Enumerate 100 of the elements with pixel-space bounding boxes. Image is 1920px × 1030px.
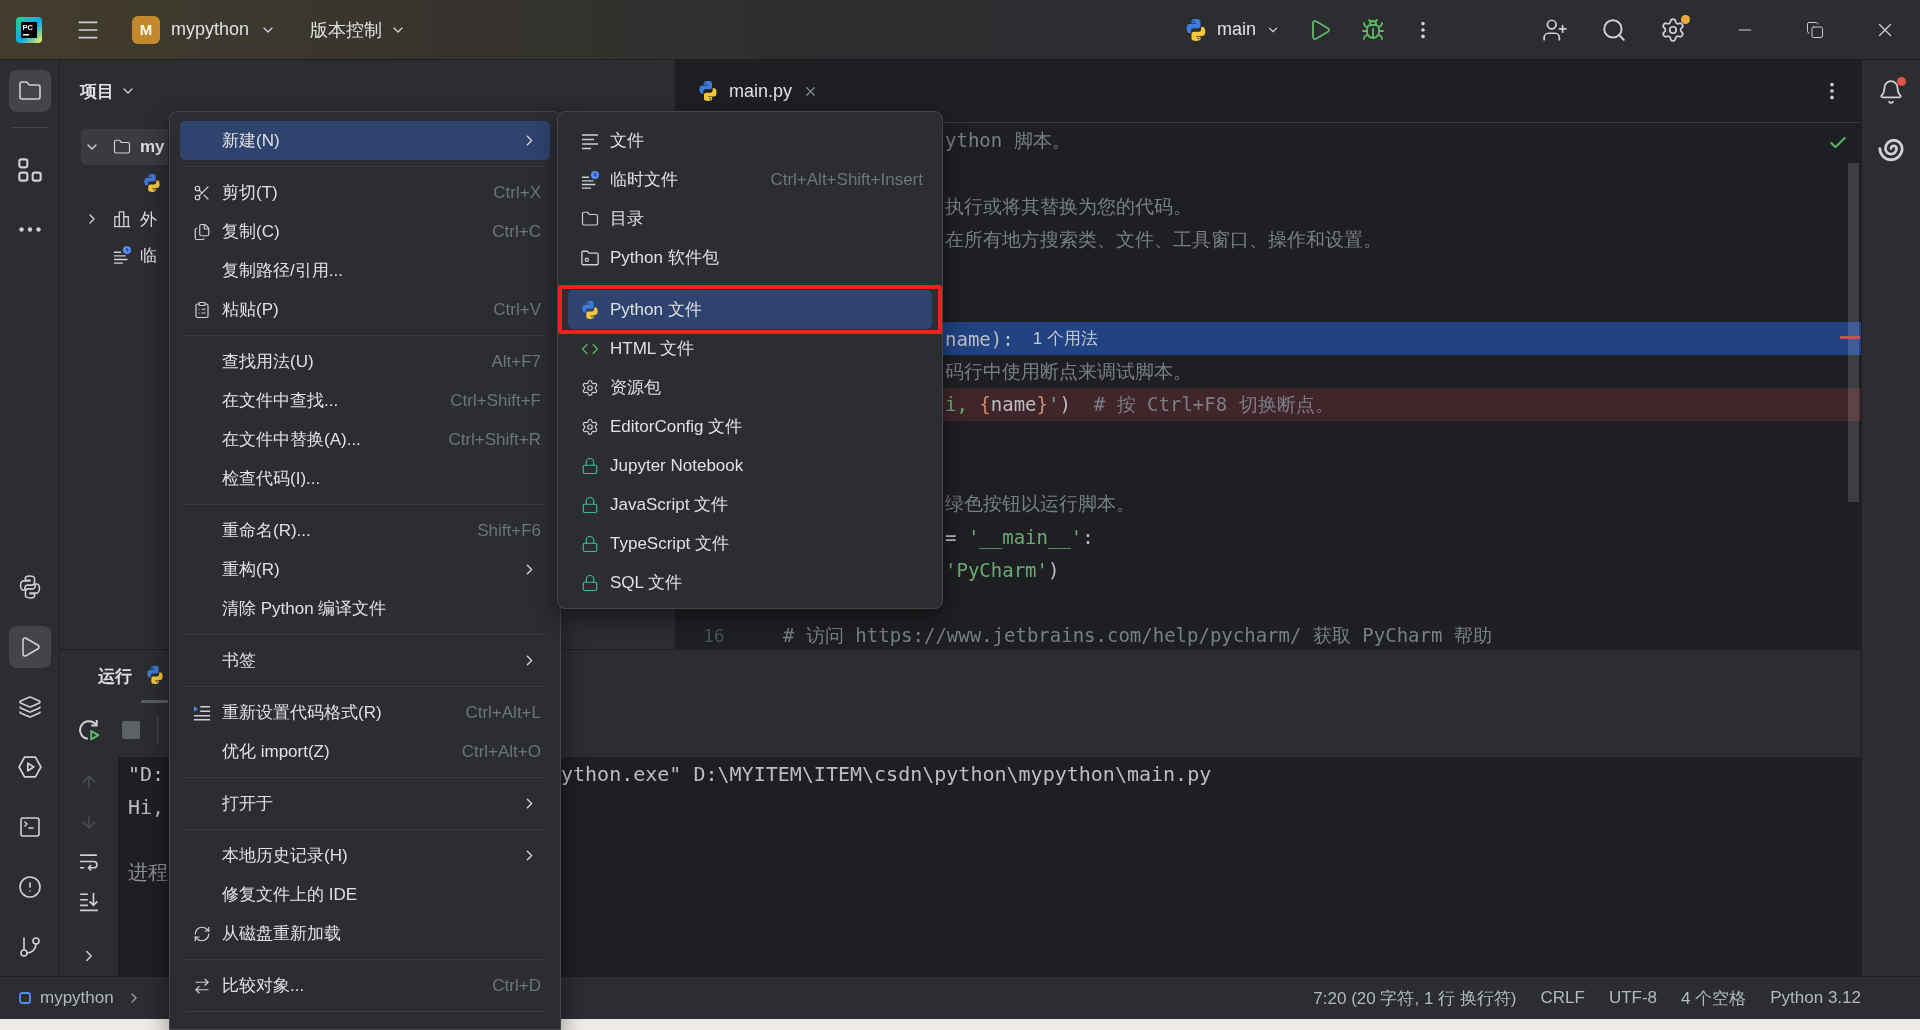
code-line: i, {name}') # 按 Ctrl+F8 切换断点。 [945,391,1334,417]
scrollbar[interactable] [1848,163,1859,502]
menu-item[interactable]: 优化 import(Z) Ctrl+Alt+O [180,732,550,771]
menu-item[interactable]: 从磁盘重新加载 [180,914,550,953]
menu-item[interactable]: 资源包 [568,368,932,407]
code-line: 执行或将其替换为您的代码。 [945,193,1192,219]
menu-item[interactable]: TypeScript 文件 [568,524,932,563]
menu-item[interactable]: 粘贴(P) Ctrl+V [180,290,550,329]
menu-item[interactable]: 目录 [568,199,932,238]
menu-item[interactable]: 文件 [568,121,932,160]
shortcut-text: Ctrl+Alt+L [465,702,541,723]
menu-item[interactable]: 查找用法(U) Alt+F7 [180,342,550,381]
menu-item[interactable]: 临时文件 Ctrl+Alt+Shift+Insert [568,160,932,199]
code-line: = '__main__': [945,525,1094,548]
squares-icon [17,158,42,182]
lock-icon [581,573,599,592]
shortcut-text: Ctrl+Alt+Shift+Insert [770,169,923,190]
stripe-marker[interactable] [1840,336,1860,339]
usage-hint[interactable]: 1 个用法 [1032,327,1098,350]
menu-item[interactable]: JavaScript 文件 [568,485,932,524]
status-item[interactable]: CRLF [1540,988,1585,1008]
refresh-play-icon[interactable] [78,719,100,741]
python-icon [145,666,164,684]
menu-item[interactable]: SQL 文件 [568,563,932,602]
editor-tab[interactable]: main.py [695,73,822,109]
gear-icon [581,417,599,436]
menu-item[interactable]: 剪切(T) Ctrl+X [180,173,550,212]
menu-item[interactable]: 新建(N) [180,121,550,160]
project-widget[interactable]: M mypython [126,9,285,50]
folder-icon [17,79,42,103]
swap-arrows-icon [193,976,211,995]
text-lines-icon [581,131,599,150]
search-icon[interactable] [1601,16,1627,43]
status-item[interactable]: Python 3.12 [1770,988,1861,1008]
python-outline-icon [17,575,42,599]
folder-icon [113,138,131,156]
console-text: Hi, [128,794,165,819]
console-text: "D: [128,761,165,786]
menu-item[interactable]: HTML 文件 [568,329,932,368]
tree-item[interactable]: 外 [81,201,168,237]
status-item[interactable]: 4 个空格 [1681,986,1747,1010]
menu-item[interactable]: EditorConfig 文件 [568,407,932,446]
refresh-icon [193,924,211,943]
breadcrumb-item[interactable]: mypython [19,988,114,1008]
code-line: name): [945,327,1014,350]
shortcut-text: Ctrl+X [493,182,541,203]
columns-icon [113,210,131,228]
status-item[interactable]: 7:20 (20 字符, 1 行 换行符) [1313,986,1517,1010]
menu-item[interactable]: 在文件中查找... Ctrl+Shift+F [180,381,550,420]
add-user-icon[interactable] [1542,16,1568,43]
run-config-widget[interactable]: main [1177,9,1288,50]
console-text: 进程 [128,859,168,886]
code-line: 在所有地方搜索类、文件、工具窗口、操作和设置。 [945,226,1382,252]
gear-icon [581,378,599,397]
tool-window-button[interactable] [8,70,51,112]
view-dropdown[interactable]: 项目 [74,74,142,108]
menu-item[interactable]: 重构(R) [180,550,550,589]
python-icon [698,81,718,101]
menu-item[interactable]: 清除 Python 编译文件 [180,589,550,628]
lock-icon [581,495,599,514]
settings-icon[interactable] [1660,16,1686,43]
square-icon [19,992,31,1004]
bug-icon[interactable] [1361,17,1385,42]
hexagon-play-icon [17,755,42,779]
menu-item[interactable]: 书签 [180,641,550,680]
menu-item[interactable]: 重命名(R)... Shift+F6 [180,511,550,550]
menu-item[interactable]: Python 文件 [568,290,932,329]
tool-window-button[interactable] [8,626,51,668]
menu-item[interactable]: 复制(C) Ctrl+C [180,212,550,251]
menu-item[interactable]: 修复文件上的 IDE [180,875,550,914]
menu-item[interactable]: 重新设置代码格式(R) Ctrl+Alt+L [180,693,550,732]
lines-down-arrow-icon[interactable] [79,892,99,912]
vcs-widget[interactable]: 版本控制 [302,9,415,50]
copy-icon [193,222,211,241]
code-line: 'PyCharm') [945,558,1060,581]
folder-icon [581,209,599,228]
wrap-lines-icon[interactable] [79,852,99,872]
menu-item[interactable]: Python 软件包 [568,238,932,277]
tree-item[interactable]: my [81,129,168,165]
menu-item[interactable]: 在文件中替换(A)... Ctrl+Shift+R [180,420,550,459]
shortcut-text: Shift+F6 [477,520,541,541]
menu-item[interactable]: 打开于 [180,784,550,823]
menu-item[interactable]: 比较对象... Ctrl+D [180,966,550,1005]
menu-item[interactable]: 本地历史记录(H) [180,836,550,875]
bell-icon[interactable] [1878,79,1904,105]
status-item[interactable]: UTF-8 [1608,988,1658,1008]
menu-item[interactable]: Jupyter Notebook [568,446,932,485]
more-icon [18,226,41,232]
spiral-icon[interactable] [1878,137,1904,163]
python-icon [581,300,599,319]
scissors-icon [193,183,211,202]
tree-item[interactable]: 临 [81,237,168,273]
shortcut-text: Ctrl+D [492,975,541,996]
shortcut-text: Ctrl+Alt+O [461,741,541,762]
python-icon [143,174,161,192]
lock-icon [581,534,599,553]
restore-icon[interactable] [1806,20,1824,39]
shortcut-text: Ctrl+Shift+F [450,390,541,411]
menu-item[interactable]: 复制路径/引用... [180,251,550,290]
menu-item[interactable]: 检查代码(I)... [180,459,550,498]
